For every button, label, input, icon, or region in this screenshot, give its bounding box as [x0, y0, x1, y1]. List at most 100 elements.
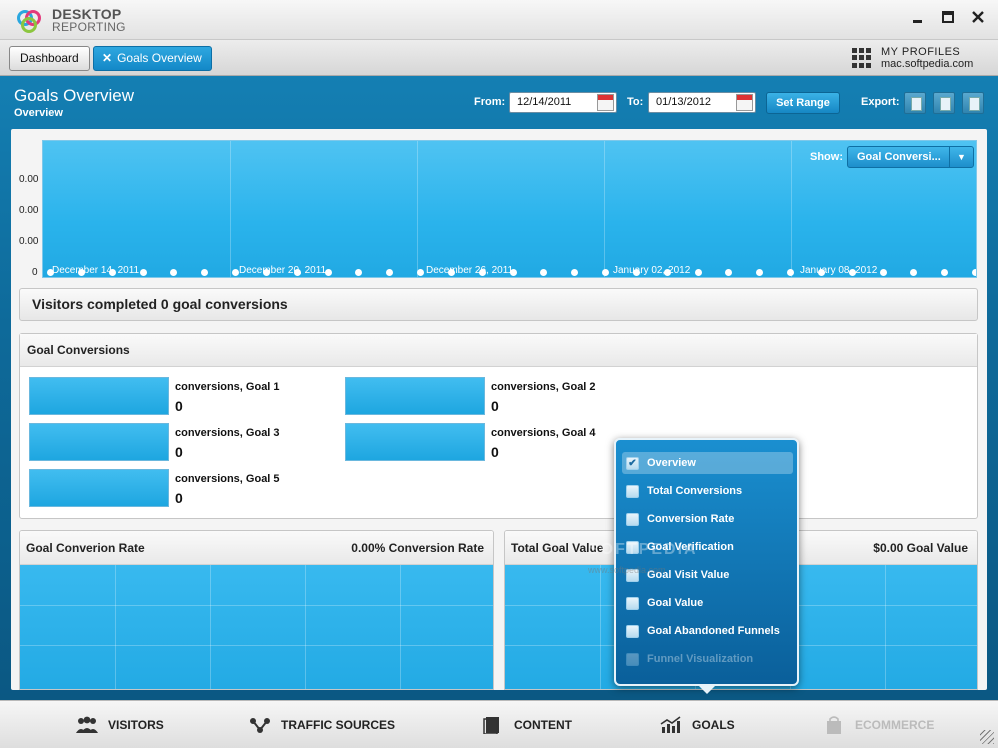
goal-value: 0	[491, 398, 499, 414]
y-tick-label: 0.00	[19, 205, 39, 216]
export-document-icon[interactable]	[962, 92, 984, 114]
checkbox-icon[interactable]	[626, 624, 639, 638]
document-icon	[483, 717, 499, 734]
tab-visitors[interactable]: VISITORS	[75, 716, 164, 734]
tab-visitors-label: VISITORS	[108, 718, 164, 732]
network-icon	[250, 718, 270, 733]
close-tab-icon[interactable]: ✕	[102, 47, 112, 70]
data-point	[725, 269, 733, 276]
grid-icon	[852, 48, 872, 68]
data-points	[43, 269, 976, 277]
tab-dashboard[interactable]: Dashboard	[9, 46, 90, 71]
goal-value: 0	[175, 490, 183, 506]
menu-item[interactable]: Goal Abandoned Funnels	[622, 620, 793, 642]
data-point	[478, 269, 486, 276]
to-label: To:	[627, 96, 644, 108]
set-range-button[interactable]: Set Range	[766, 92, 840, 114]
maximize-icon	[942, 11, 954, 23]
data-point	[386, 269, 394, 276]
total-goal-value-value: $0.00 Goal Value	[873, 541, 968, 555]
close-button[interactable]	[970, 10, 986, 26]
calendar-icon[interactable]	[736, 94, 753, 111]
goal-value: 0	[491, 444, 499, 460]
tab-goals-label: GOALS	[692, 718, 735, 732]
y-tick-label: 0.00	[19, 236, 39, 247]
goal-name: conversions, Goal 2	[491, 381, 596, 393]
menu-item-label: Overview	[647, 457, 696, 469]
conversion-rate-card: Goal Converion Rate 0.00% Conversion Rat…	[19, 530, 494, 690]
menu-item[interactable]: Total Conversions	[622, 480, 793, 502]
shopping-bag-icon	[827, 716, 841, 734]
tab-ecommerce[interactable]: ECOMMERCE	[822, 716, 934, 734]
from-date-input[interactable]: 12/14/2011	[509, 92, 617, 113]
page-title: Goals Overview	[14, 86, 134, 105]
data-point	[509, 269, 517, 276]
summary-banner: Visitors completed 0 goal conversions	[19, 288, 978, 321]
tab-goals-overview[interactable]: ✕ Goals Overview	[93, 46, 212, 71]
data-point	[632, 269, 640, 276]
menu-item[interactable]: Funnel Visualization	[622, 648, 793, 670]
checkbox-icon[interactable]	[626, 596, 639, 610]
data-point	[910, 269, 918, 276]
data-point	[170, 269, 178, 276]
calendar-icon[interactable]	[597, 94, 614, 111]
resize-grip-icon[interactable]	[980, 730, 994, 744]
from-date-value: 12/14/2011	[517, 96, 572, 108]
data-point	[663, 269, 671, 276]
tab-goals[interactable]: GOALS	[659, 716, 735, 734]
goal-sparkline	[345, 423, 485, 461]
to-date-value: 01/13/2012	[656, 96, 712, 108]
tab-content-label: CONTENT	[514, 718, 572, 732]
export-pdf-icon[interactable]	[904, 92, 926, 114]
users-icon	[76, 716, 98, 733]
goals-dropdown-menu: ✔ Overview Total Conversions Conversion Rat…	[614, 438, 799, 694]
data-point	[355, 269, 363, 276]
checkbox-icon[interactable]	[626, 484, 639, 498]
checkbox-icon[interactable]	[626, 652, 639, 666]
tab-traffic-sources[interactable]: TRAFFIC SOURCES	[248, 716, 395, 734]
from-label: From:	[474, 96, 506, 108]
app-logo-text: DESKTOP REPORTING	[52, 7, 126, 34]
goal-name: conversions, Goal 1	[175, 381, 280, 393]
menu-item[interactable]: ✔ Overview	[622, 452, 793, 474]
menu-item[interactable]: Conversion Rate	[622, 508, 793, 530]
my-profiles-button[interactable]: MY PROFILES mac.softpedia.com	[852, 46, 973, 70]
my-profiles-label: MY PROFILES	[881, 46, 961, 58]
data-point	[756, 269, 764, 276]
app-logo-icon	[17, 10, 41, 33]
tab-content[interactable]: CONTENT	[481, 716, 572, 734]
menu-item-label: Total Conversions	[647, 485, 743, 497]
menu-item[interactable]: Goal Value	[622, 592, 793, 614]
show-metric-select[interactable]: Goal Conversi... ▼	[847, 146, 974, 168]
menu-item-label: Conversion Rate	[647, 513, 735, 525]
show-metric-value: Goal Conversi...	[857, 151, 941, 163]
data-point	[972, 269, 976, 276]
goal-value: 0	[175, 398, 183, 414]
profile-site: mac.softpedia.com	[881, 58, 974, 70]
export-excel-icon[interactable]	[933, 92, 955, 114]
goal-sparkline	[345, 377, 485, 415]
menu-item-label: Funnel Visualization	[647, 653, 754, 665]
data-point	[571, 269, 579, 276]
data-point	[787, 269, 794, 276]
page-subtitle: Overview	[14, 107, 63, 119]
data-point	[77, 269, 85, 276]
minimize-button[interactable]	[910, 10, 926, 26]
goal-name: conversions, Goal 4	[491, 427, 596, 439]
checkbox-icon[interactable]	[626, 512, 639, 526]
data-point	[262, 269, 270, 276]
data-point	[232, 269, 239, 276]
maximize-button[interactable]	[940, 10, 956, 26]
tab-goals-overview-label: Goals Overview	[117, 51, 202, 65]
tab-ecommerce-label: ECOMMERCE	[855, 718, 935, 732]
data-point	[879, 269, 887, 276]
minimize-icon	[913, 20, 922, 23]
goal-sparkline	[29, 423, 169, 461]
goal-sparkline	[29, 469, 169, 507]
checkbox-checked-icon[interactable]: ✔	[626, 456, 639, 470]
data-point	[417, 269, 424, 276]
data-point	[293, 269, 301, 276]
title-bar: DESKTOP REPORTING	[0, 0, 998, 40]
chevron-down-icon: ▼	[949, 147, 973, 167]
to-date-input[interactable]: 01/13/2012	[648, 92, 756, 113]
